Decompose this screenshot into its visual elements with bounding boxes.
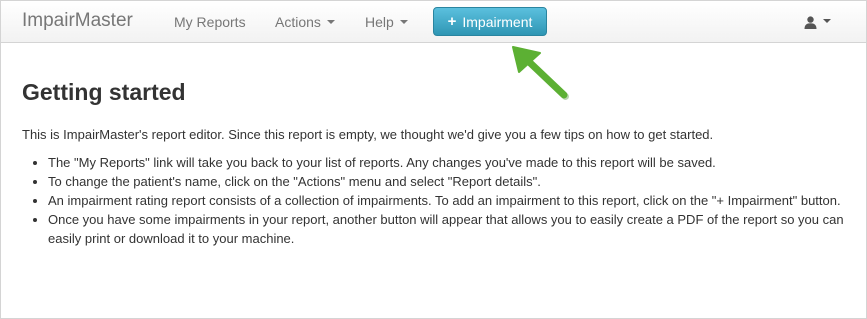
my-reports-link[interactable]: My Reports	[174, 14, 246, 30]
add-impairment-button[interactable]: + Impairment	[433, 7, 547, 36]
navbar: ImpairMaster My Reports Actions Help + I…	[1, 1, 866, 43]
list-item: To change the patient's name, click on t…	[48, 172, 852, 191]
user-menu[interactable]	[804, 13, 831, 31]
help-menu-label: Help	[365, 14, 394, 30]
main-content: Getting started This is ImpairMaster's r…	[22, 79, 852, 248]
help-menu[interactable]: Help	[365, 14, 408, 30]
plus-icon: +	[447, 13, 457, 30]
list-item: An impairment rating report consists of …	[48, 191, 852, 210]
caret-down-icon	[823, 19, 831, 23]
caret-down-icon	[399, 20, 408, 25]
tips-list: The "My Reports" link will take you back…	[22, 153, 852, 248]
page-title: Getting started	[22, 79, 186, 105]
actions-menu[interactable]: Actions	[275, 14, 335, 30]
caret-down-icon	[326, 20, 335, 25]
user-icon	[804, 15, 817, 29]
actions-menu-label: Actions	[275, 14, 321, 30]
app-window: ImpairMaster My Reports Actions Help + I…	[0, 0, 867, 319]
list-item: The "My Reports" link will take you back…	[48, 153, 852, 172]
intro-text: This is ImpairMaster's report editor. Si…	[22, 127, 714, 142]
add-impairment-label: Impairment	[462, 13, 533, 30]
list-item: Once you have some impairments in your r…	[48, 210, 852, 248]
brand-logo[interactable]: ImpairMaster	[22, 10, 133, 32]
